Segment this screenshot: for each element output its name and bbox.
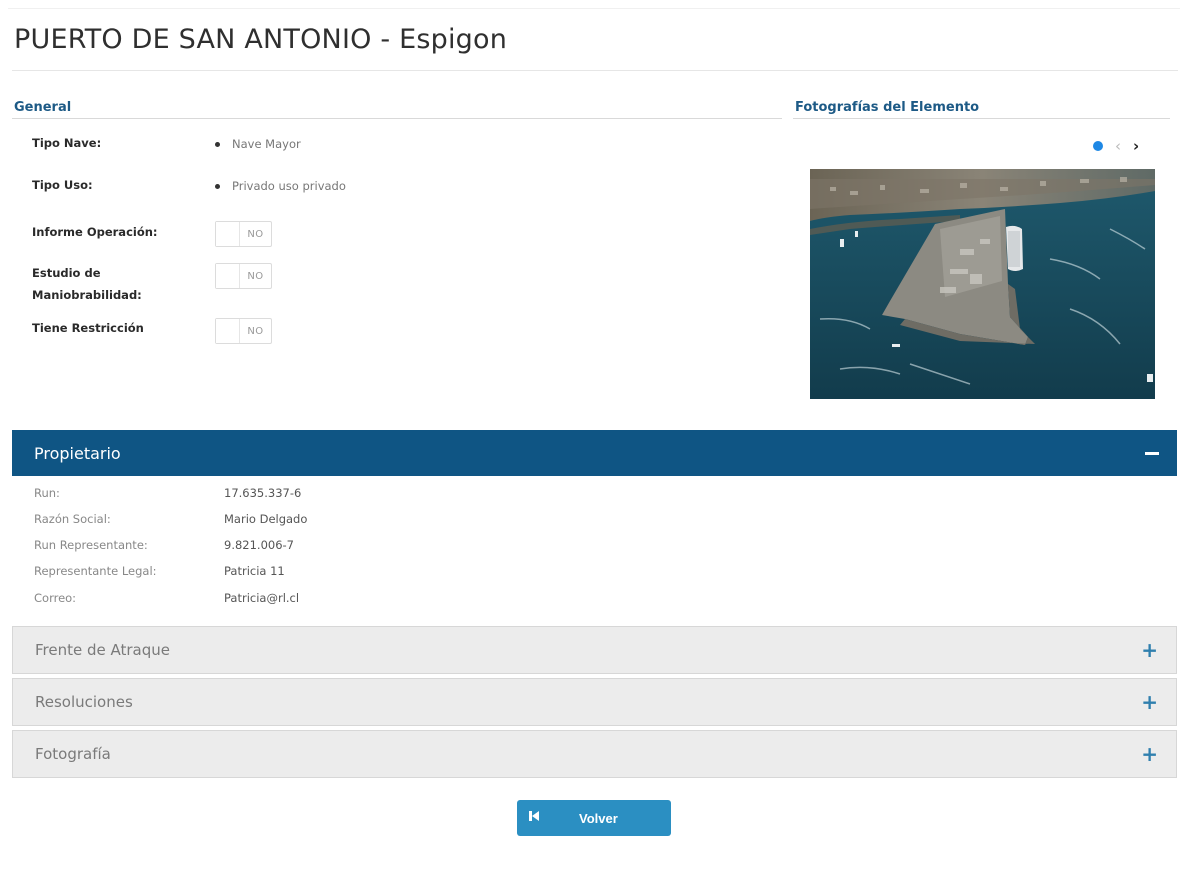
run-representante-value: 9.821.006-7: [224, 538, 294, 552]
panel-title: Frente de Atraque: [35, 641, 170, 659]
panel-propietario-header[interactable]: Propietario: [12, 430, 1177, 476]
toggle-knob: [216, 319, 240, 343]
tipo-nave-label: Tipo Nave:: [32, 136, 102, 150]
estudio-label-line2: Maniobrabilidad:: [32, 288, 142, 302]
tiene-restriccion-toggle[interactable]: NO: [215, 318, 272, 344]
correo-value: Patricia@rl.cl: [224, 591, 300, 605]
informe-operacion-toggle[interactable]: NO: [215, 221, 272, 247]
general-divider: [12, 118, 782, 119]
estudio-maniobrabilidad-toggle[interactable]: NO: [215, 263, 272, 289]
volver-label: Volver: [579, 810, 618, 826]
volver-button[interactable]: Volver: [517, 800, 671, 836]
toggle-knob: [216, 222, 240, 246]
plus-icon[interactable]: +: [1141, 744, 1158, 764]
toggle-state: NO: [247, 270, 264, 282]
chevron-left-icon[interactable]: ‹: [1115, 139, 1121, 154]
bullet-icon: [215, 141, 220, 147]
panel-resoluciones-header[interactable]: Resoluciones +: [12, 678, 1177, 726]
estudio-label-line1: Estudio de: [32, 266, 101, 280]
port-aerial-image: [810, 169, 1155, 399]
carousel-controls: ‹ ›: [1093, 139, 1139, 154]
run-label: Run:: [34, 486, 60, 500]
back-to-start-icon: [529, 810, 559, 826]
toggle-state: NO: [247, 325, 264, 337]
tipo-nave-value: Nave Mayor: [215, 137, 301, 151]
toggle-state: NO: [247, 228, 264, 240]
tipo-uso-value: Privado uso privado: [215, 179, 346, 193]
panel-title: Propietario: [34, 443, 121, 463]
plus-icon[interactable]: +: [1141, 640, 1158, 660]
chevron-right-icon[interactable]: ›: [1133, 139, 1139, 154]
tipo-uso-text: Privado uso privado: [232, 179, 346, 193]
representante-legal-label: Representante Legal:: [34, 564, 157, 578]
panel-frente-atraque-header[interactable]: Frente de Atraque +: [12, 626, 1177, 674]
carousel-indicator-active[interactable]: [1093, 141, 1103, 151]
informe-operacion-label: Informe Operación:: [32, 225, 158, 239]
page: PUERTO DE SAN ANTONIO - Espigon General …: [0, 0, 1188, 892]
top-divider: [8, 8, 1180, 9]
page-title: PUERTO DE SAN ANTONIO - Espigon: [14, 24, 508, 55]
run-representante-label: Run Representante:: [34, 538, 148, 552]
fotografias-divider: [793, 118, 1170, 119]
minus-icon[interactable]: [1145, 451, 1159, 455]
title-divider: [12, 70, 1178, 71]
bullet-icon: [215, 183, 220, 189]
razon-social-value: Mario Delgado: [224, 512, 308, 526]
fotografias-heading: Fotografías del Elemento: [795, 100, 980, 115]
tipo-uso-label: Tipo Uso:: [32, 178, 93, 192]
element-photo: [810, 169, 1155, 399]
toggle-knob: [216, 264, 240, 288]
panel-title: Resoluciones: [35, 693, 133, 711]
panel-title: Fotografía: [35, 745, 111, 763]
run-value: 17.635.337-6: [224, 486, 302, 500]
panel-fotografia-header[interactable]: Fotografía +: [12, 730, 1177, 778]
razon-social-label: Razón Social:: [34, 512, 111, 526]
tipo-nave-text: Nave Mayor: [232, 137, 301, 151]
correo-label: Correo:: [34, 591, 77, 605]
representante-legal-value: Patricia 11: [224, 564, 285, 578]
general-heading: General: [14, 100, 72, 115]
plus-icon[interactable]: +: [1141, 692, 1158, 712]
tiene-restriccion-label: Tiene Restricción: [32, 321, 144, 335]
